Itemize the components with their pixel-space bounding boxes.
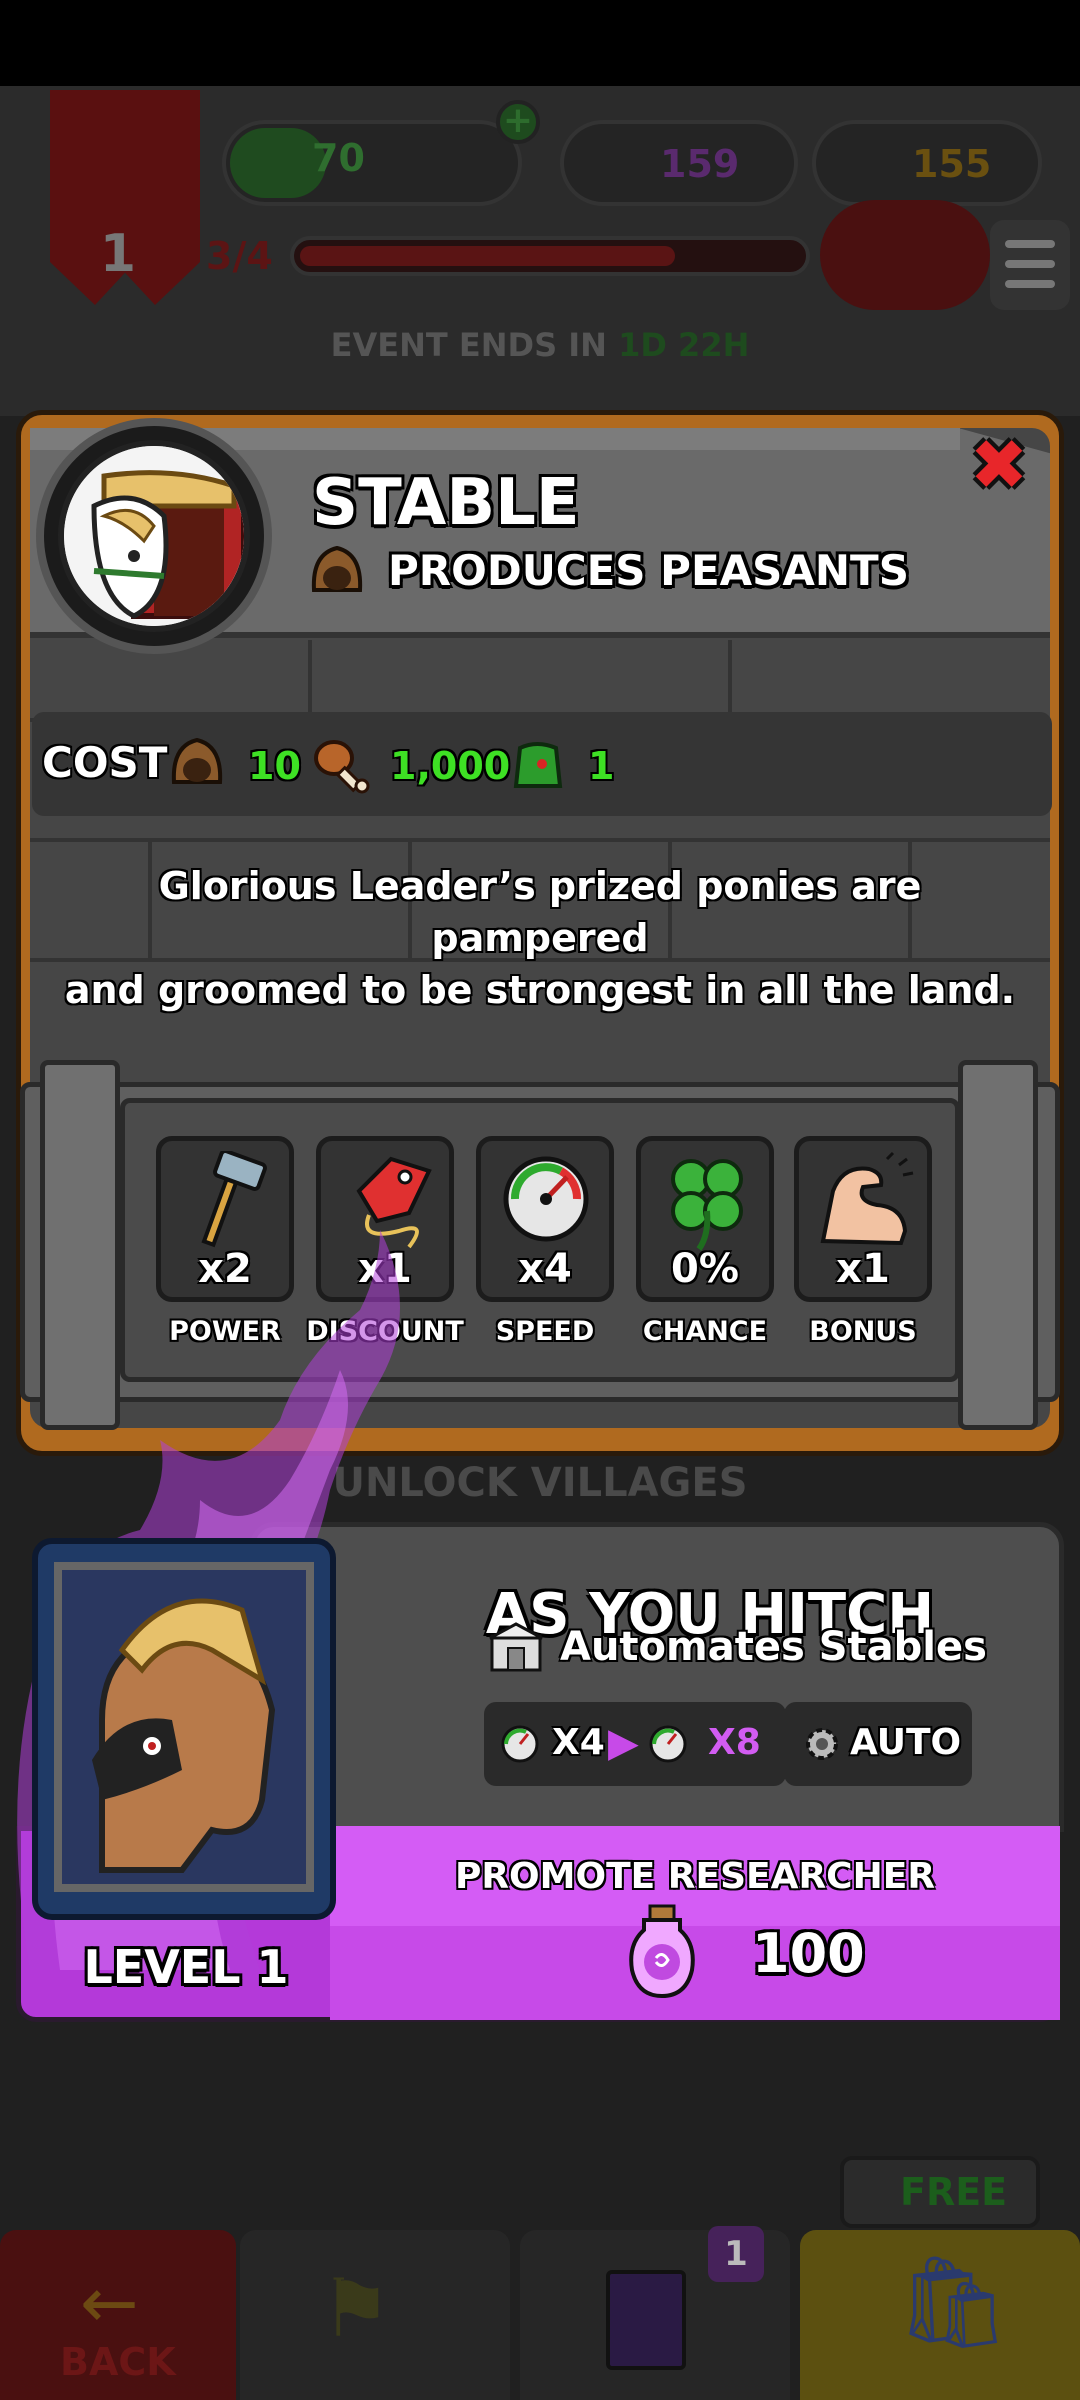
speedometer-icon (649, 1725, 687, 1763)
arrow-right-icon: ▶ (608, 1720, 639, 1766)
banner-level: 1 (99, 224, 137, 284)
back-label: BACK (60, 2340, 176, 2384)
close-icon: ✖ (969, 424, 1029, 506)
stat-bonus-mult: x1 (836, 1246, 890, 1292)
purple-potion-icon (629, 1904, 695, 1999)
cost-value-peasants: 10 (248, 744, 301, 788)
status-bar (0, 0, 1080, 86)
progress-text: 3/4 (206, 234, 273, 278)
arrow-left-icon: ← (80, 2262, 139, 2344)
promote-cost: 100 (752, 1922, 865, 1985)
cards-icon (606, 2270, 686, 2370)
gold-resource-value: 155 (912, 142, 992, 186)
add-resource-icon[interactable]: + (496, 100, 540, 144)
stat-chance-label: CHANCE (642, 1316, 768, 1347)
auto-chip: AUTO (784, 1702, 972, 1786)
progress-fill (300, 246, 675, 266)
stable-horse-icon (58, 440, 250, 632)
flexed-arm-icon (820, 1151, 914, 1246)
meat-drumstick-icon (314, 740, 370, 794)
speed-upgrade-chip: X4 ▶ X8 (484, 1702, 786, 1786)
cost-label: COST (42, 738, 168, 787)
stat-speed-mult: x4 (518, 1246, 572, 1292)
stable-building-icon (489, 1622, 543, 1672)
gear-icon (806, 1728, 838, 1760)
speed-to: X8 (708, 1722, 761, 1763)
close-button[interactable]: ✖ (962, 424, 1036, 506)
building-description: Glorious Leader’s prized ponies are pamp… (64, 864, 1016, 1012)
cost-value-hat: 1 (588, 744, 615, 788)
free-label: FREE (900, 2170, 1008, 2214)
stat-speed-label: SPEED (495, 1316, 595, 1347)
green-resource-pill[interactable]: 70 (222, 120, 522, 206)
event-time: 1D 22H (618, 326, 750, 364)
researcher-portrait (54, 1562, 314, 1892)
stat-chance-mult: 0% (671, 1246, 739, 1292)
auto-label: AUTO (850, 1722, 962, 1763)
clover-icon (671, 1159, 743, 1251)
researcher-automates: Automates Stables (560, 1624, 987, 1670)
cards-badge: 1 (708, 2226, 764, 2282)
shopping-bag-icon: 🛍 (896, 2250, 1011, 2355)
purple-resource-value: 159 (660, 142, 740, 186)
peasant-hood-icon (311, 545, 363, 592)
cost-value-meat: 1,000 (390, 744, 511, 788)
event-prefix: EVENT ENDS IN (330, 326, 607, 364)
laurel-badge[interactable] (820, 200, 990, 310)
green-resource-value: 70 (312, 136, 365, 180)
gold-resource-pill[interactable]: 155 (812, 120, 1042, 206)
building-subtitle: PRODUCES PEASANTS (388, 546, 909, 595)
menu-icon (1005, 240, 1055, 248)
event-timer: EVENT ENDS IN 1D 22H (0, 326, 1080, 364)
speedometer-icon (501, 1725, 539, 1763)
progress-bar (290, 236, 810, 276)
purple-resource-pill[interactable]: 159 (560, 120, 798, 206)
peasant-hood-icon (171, 737, 223, 784)
speedometer-icon (503, 1156, 589, 1242)
building-title: STABLE (312, 466, 580, 540)
green-hat-icon (513, 742, 563, 788)
flag-icon: ⚑ (320, 2262, 392, 2355)
speed-from: X4 (552, 1722, 605, 1763)
stat-bonus-label: BONUS (809, 1316, 917, 1347)
researcher-level: LEVEL 1 (83, 1940, 289, 1994)
